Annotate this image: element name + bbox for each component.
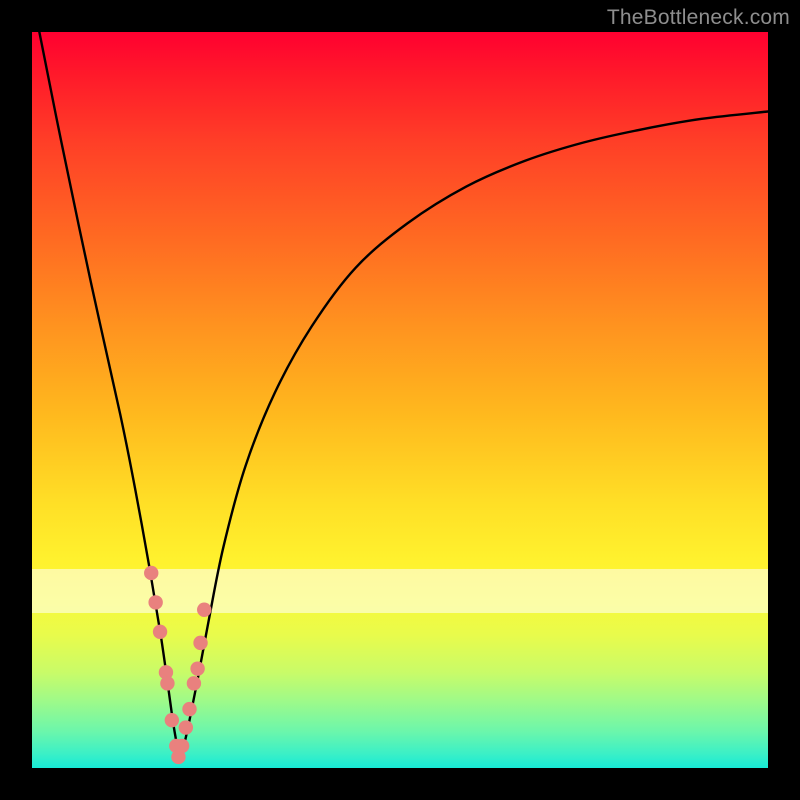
highlight-dot bbox=[144, 566, 158, 580]
highlight-dot bbox=[182, 702, 196, 716]
highlight-dot bbox=[187, 676, 201, 690]
highlight-dot bbox=[153, 625, 167, 639]
bottleneck-curve bbox=[39, 32, 768, 761]
highlight-dot bbox=[193, 636, 207, 650]
plot-area bbox=[32, 32, 768, 768]
highlight-dot bbox=[148, 595, 162, 609]
highlight-dot bbox=[190, 661, 204, 675]
curve-layer bbox=[32, 32, 768, 768]
highlight-dot bbox=[197, 603, 211, 617]
highlight-dot bbox=[160, 676, 174, 690]
chart-frame: TheBottleneck.com bbox=[0, 0, 800, 800]
highlight-dot bbox=[165, 713, 179, 727]
highlight-dot bbox=[175, 739, 189, 753]
watermark-text: TheBottleneck.com bbox=[607, 6, 790, 30]
highlight-dot bbox=[179, 720, 193, 734]
